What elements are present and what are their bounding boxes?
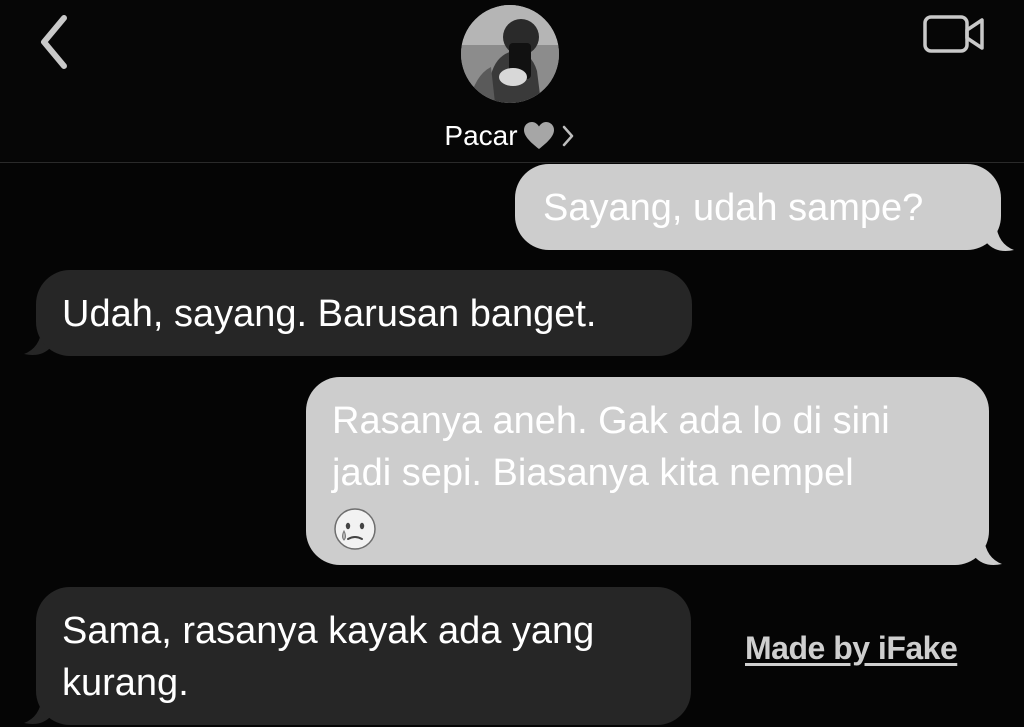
contact-info-button[interactable]: Pacar xyxy=(410,0,610,160)
conversation-header: Pacar xyxy=(0,0,1024,163)
contact-name-row: Pacar xyxy=(410,116,610,156)
avatar[interactable] xyxy=(461,5,559,103)
watermark-link[interactable]: Made by iFake xyxy=(745,630,958,667)
message-text-line: jadi sepi. Biasanya kita nempel xyxy=(332,452,854,494)
emoji-line xyxy=(332,499,963,551)
avatar-photo xyxy=(461,5,559,103)
chat-screen: Pacar Sayang, udah sampe? Udah, sayang. … xyxy=(0,0,1024,727)
contact-name: Pacar xyxy=(444,120,518,151)
video-call-button[interactable] xyxy=(918,10,990,60)
message-text-line: Sama, rasanya kayak ada yang xyxy=(62,610,595,652)
chevron-left-icon xyxy=(41,15,67,69)
message-bubble-received[interactable]: Sama, rasanya kayak ada yang kurang. xyxy=(36,587,691,725)
message-text-line: kurang. xyxy=(62,662,189,704)
back-button[interactable] xyxy=(30,12,80,72)
message-text: Sayang, udah sampe? xyxy=(543,187,924,229)
grey-heart-icon xyxy=(523,122,554,149)
message-bubble-sent[interactable]: Sayang, udah sampe? xyxy=(515,164,1001,250)
message-bubble-sent[interactable]: Rasanya aneh. Gak ada lo di sini jadi se… xyxy=(306,377,989,565)
message-bubble-received[interactable]: Udah, sayang. Barusan banget. xyxy=(36,270,692,356)
message-text-line: Rasanya aneh. Gak ada lo di sini xyxy=(332,400,890,442)
message-text: Udah, sayang. Barusan banget. xyxy=(62,293,597,335)
chevron-right-icon xyxy=(562,125,573,147)
sad-face-with-tear-icon xyxy=(334,508,376,550)
video-camera-icon xyxy=(923,15,984,53)
